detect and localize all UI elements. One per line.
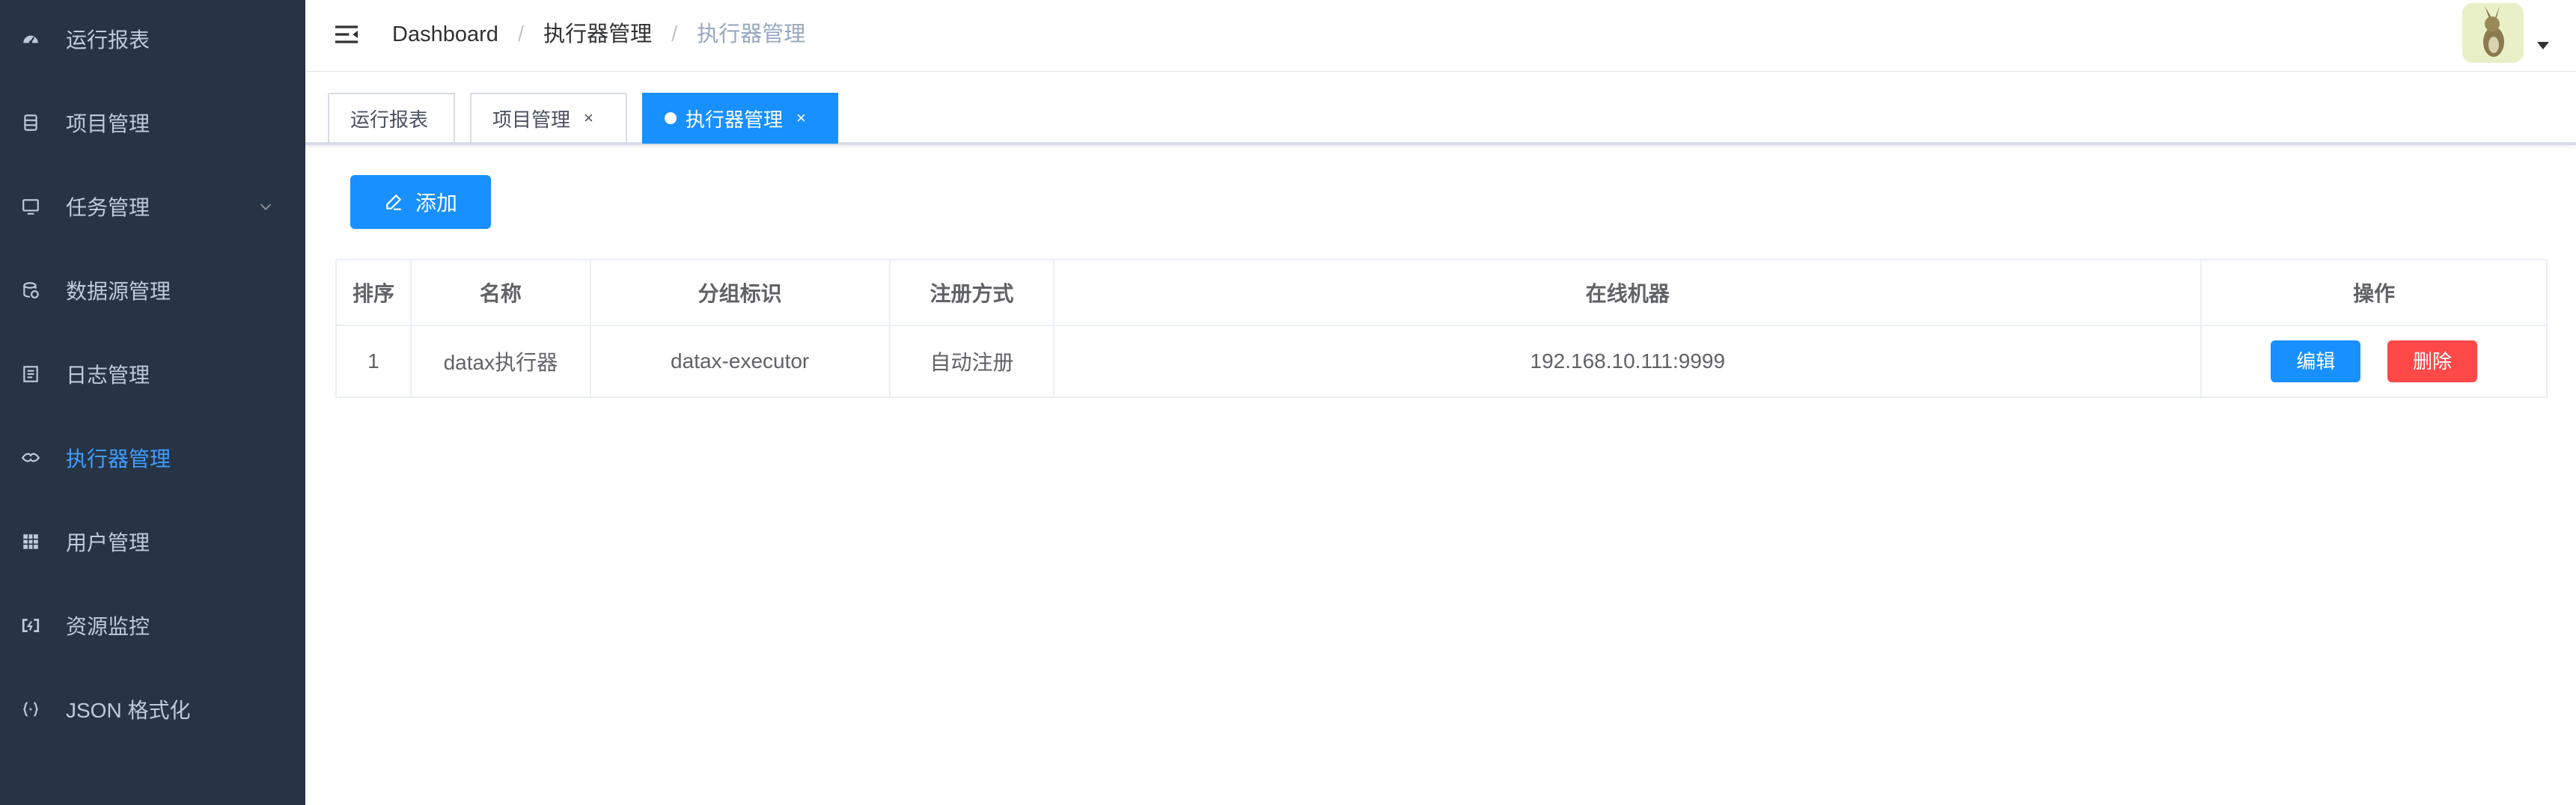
breadcrumb-executor-parent[interactable]: 执行器管理 [543,22,652,46]
column-header: 名称 [409,259,591,326]
tag-dashboard[interactable]: 运行报表 [328,93,455,144]
sidebar-item-label: 资源监控 [66,615,150,638]
log-icon [19,363,42,385]
sidebar-item-label: JSON 格式化 [66,699,191,722]
column-header: 操作 [2200,259,2548,326]
cell-name: datax执行器 [409,325,591,398]
sidebar-item-project[interactable]: 项目管理 [0,81,305,165]
column-header: 注册方式 [888,259,1055,326]
sidebar-item-user[interactable]: 用户管理 [0,500,305,584]
caret-down-icon[interactable] [2537,42,2549,49]
table-header-row: 排序 名称 分组标识 注册方式 在线机器 操作 [335,259,2548,326]
sidebar-item-dashboard[interactable]: 运行报表 [0,0,305,81]
sidebar-item-label: 执行器管理 [66,447,171,471]
edit-pen-icon [386,194,402,210]
executor-table: 排序 名称 分组标识 注册方式 在线机器 操作 1 datax执行器 datax… [335,259,2548,398]
avatar[interactable] [2462,3,2524,63]
column-header: 分组标识 [589,259,891,326]
tag-label: 运行报表 [350,108,429,131]
sidebar-item-datasource[interactable]: 数据源管理 [0,248,305,332]
executor-icon [19,447,42,469]
add-button[interactable]: 添加 [350,175,491,229]
close-icon[interactable]: × [584,108,593,128]
sidebar-item-label: 数据源管理 [66,280,171,303]
tag-executor[interactable]: 执行器管理 × [642,93,838,144]
column-header: 在线机器 [1053,259,2203,326]
navbar: Dashboard / 执行器管理 / 执行器管理 [305,0,2576,72]
sidebar-item-label: 用户管理 [66,531,150,554]
edit-button[interactable]: 编辑 [2271,340,2361,382]
tag-label: 项目管理 [492,108,571,131]
avatar-image [2462,3,2524,63]
active-dot-icon [665,112,677,124]
delete-button[interactable]: 删除 [2387,340,2478,382]
close-icon[interactable]: × [796,108,806,128]
breadcrumb: Dashboard / 执行器管理 / 执行器管理 [392,19,805,49]
project-icon [19,111,42,134]
database-icon [19,279,42,302]
sidebar-item-task[interactable]: 任务管理 [0,165,305,248]
table-grid-icon [19,530,42,553]
cell-group: datax-executor [589,325,891,398]
tag-label: 执行器管理 [686,108,784,131]
sidebar-item-json[interactable]: JSON 格式化 [0,667,305,751]
tags-view: 运行报表 项目管理 × 执行器管理 × [305,72,2576,145]
breadcrumb-dashboard[interactable]: Dashboard [392,22,498,46]
dashboard-icon [19,28,42,50]
sidebar: 运行报表 项目管理 任务管理 数据源管理 日志管理 执行器管理 用户管理 资源监… [0,0,305,805]
cell-register: 自动注册 [888,325,1055,398]
breadcrumb-separator: / [517,22,524,46]
chevron-down-icon[interactable] [257,198,274,215]
breadcrumb-current: 执行器管理 [697,22,806,46]
sidebar-item-executor[interactable]: 执行器管理 [0,416,305,500]
tag-project[interactable]: 项目管理 × [470,93,627,144]
table-row: 1 datax执行器 datax-executor 自动注册 192.168.1… [335,325,2548,398]
resource-monitor-icon [19,614,42,637]
cell-address: 192.168.10.111:9999 [1053,325,2203,398]
sidebar-item-label: 任务管理 [66,196,150,219]
sidebar-item-resource[interactable]: 资源监控 [0,584,305,667]
sidebar-item-label: 运行报表 [66,28,150,52]
breadcrumb-separator: / [671,22,678,46]
cell-actions: 编辑 删除 [2200,325,2548,398]
sidebar-item-label: 日志管理 [66,364,150,387]
monitor-icon [19,195,42,218]
add-button-label: 添加 [415,192,457,215]
app-root: 运行报表 项目管理 任务管理 数据源管理 日志管理 执行器管理 用户管理 资源监… [0,0,2576,805]
sidebar-item-label: 项目管理 [66,112,150,135]
hamburger-icon[interactable] [331,19,362,49]
sidebar-item-log[interactable]: 日志管理 [0,332,305,416]
cell-order: 1 [335,325,412,398]
column-header: 排序 [335,259,412,326]
json-braces-icon [19,698,42,720]
